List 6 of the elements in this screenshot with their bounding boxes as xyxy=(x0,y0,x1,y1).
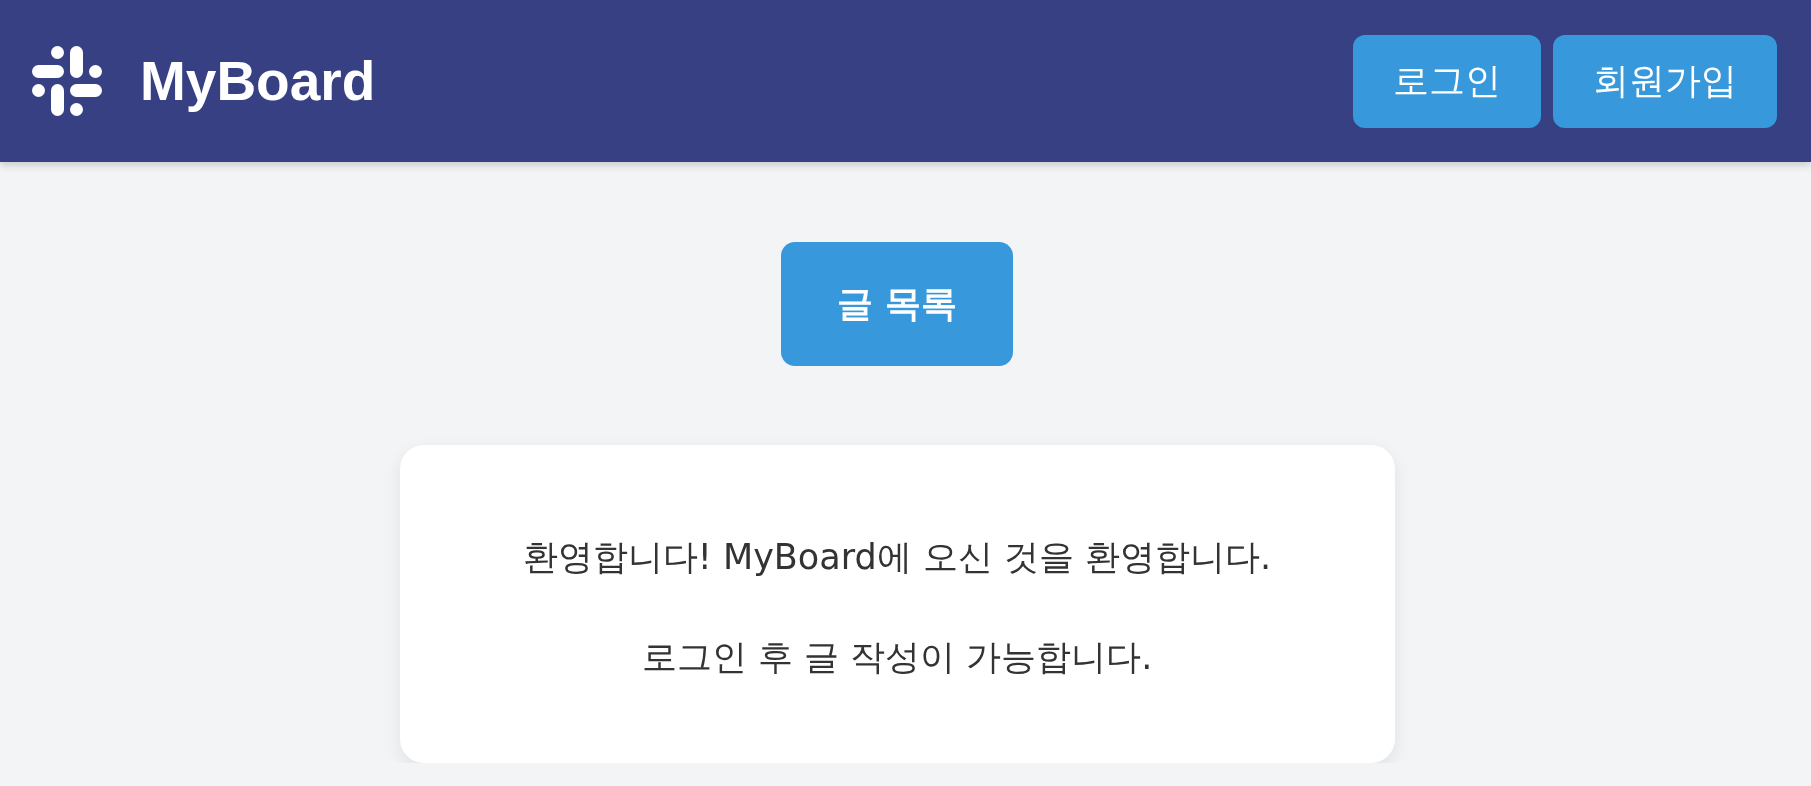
pinwheel-logo-icon xyxy=(32,46,102,116)
login-button[interactable]: 로그인 xyxy=(1353,34,1541,128)
welcome-text: 환영합니다! MyBoard에 오신 것을 환영합니다. xyxy=(522,536,1272,579)
post-list-button[interactable]: 글 목록 xyxy=(780,242,1014,366)
signup-button[interactable]: 회원가입 xyxy=(1553,34,1777,128)
welcome-text: 로그인 후 글 작성이 가능합니다. xyxy=(641,636,1153,679)
